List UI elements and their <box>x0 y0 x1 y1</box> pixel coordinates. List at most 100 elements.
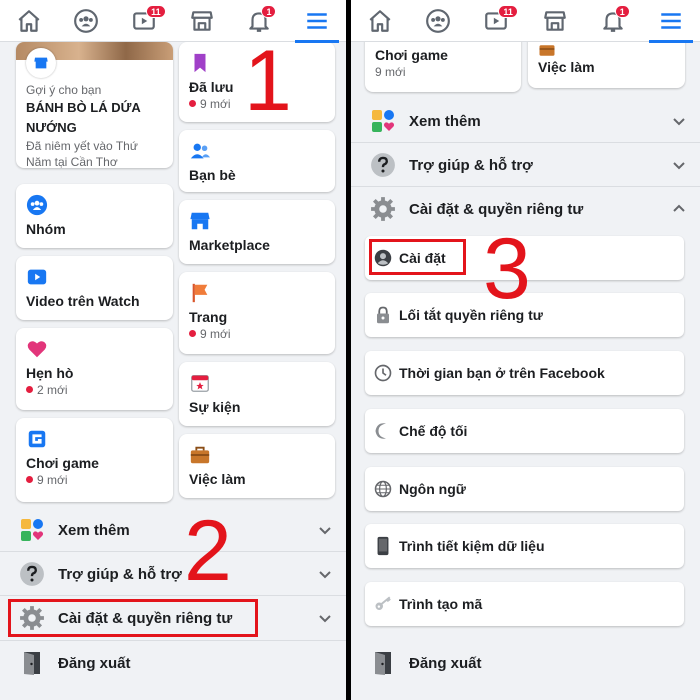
home-icon <box>18 9 40 32</box>
row-label: Trợ giúp & hỗ trợ <box>409 156 533 174</box>
watch-badge: 11 <box>146 4 166 18</box>
logout-row[interactable]: Đăng xuất <box>0 641 346 685</box>
nav-groups[interactable] <box>414 1 462 41</box>
card-gaming[interactable]: Chơi game 9 mới <box>16 418 173 502</box>
suggestion-card[interactable]: Gợi ý cho bạn BÁNH BÒ LÁ DỨA NƯỚNG Đã ni… <box>16 42 173 169</box>
shapes-icon <box>369 107 397 135</box>
marketplace-icon <box>26 48 56 78</box>
card-title: Chơi game <box>375 47 448 63</box>
chevron-down-icon <box>319 615 331 623</box>
globe-icon <box>373 479 393 499</box>
logout-row[interactable]: Đăng xuất <box>351 641 700 685</box>
card-watch[interactable]: Video trên Watch <box>16 256 173 320</box>
briefcase-icon <box>190 446 210 464</box>
card-title: Việc làm <box>189 471 246 487</box>
row-label: Cài đặt & quyền riêng tư <box>409 200 584 218</box>
chevron-down-icon <box>673 118 685 126</box>
key-icon <box>373 594 393 614</box>
nav-menu[interactable] <box>293 1 341 43</box>
briefcase-icon <box>539 45 555 56</box>
suggestion-description: Đã niêm yết vào Thứ Năm tại Cần Thơ <box>26 139 138 169</box>
home-icon <box>369 9 391 32</box>
question-icon <box>18 560 46 588</box>
language-item[interactable]: Ngôn ngữ <box>365 467 684 511</box>
data-saver-item[interactable]: Trình tiết kiệm dữ liệu <box>365 524 684 568</box>
card-title: Marketplace <box>189 237 270 253</box>
menu-icon <box>661 12 681 29</box>
marketplace-icon <box>190 10 213 31</box>
groups-icon <box>426 8 451 33</box>
help-support-row[interactable]: Trợ giúp & hỗ trợ <box>0 552 346 596</box>
question-icon <box>369 151 397 179</box>
watch-badge: 11 <box>498 4 518 18</box>
menu-icon <box>307 12 327 29</box>
bookmark-icon <box>194 53 206 73</box>
see-more-row[interactable]: Xem thêm <box>0 508 346 552</box>
card-title: Hẹn hò <box>26 365 74 381</box>
chevron-up-icon <box>673 204 685 212</box>
card-title: Sự kiện <box>189 399 241 415</box>
card-title: Nhóm <box>26 221 66 237</box>
card-title: Việc làm <box>538 59 595 75</box>
new-dot <box>189 100 196 108</box>
nav-groups[interactable] <box>62 1 110 41</box>
card-events[interactable]: Sự kiện <box>179 362 335 426</box>
nav-marketplace[interactable] <box>178 1 226 41</box>
nav-home[interactable] <box>5 1 53 41</box>
lock-icon <box>373 305 393 325</box>
card-subtitle: 9 mới <box>200 97 231 111</box>
row-label: Đăng xuất <box>58 654 131 672</box>
see-more-row[interactable]: Xem thêm <box>351 99 700 143</box>
chevron-down-icon <box>319 527 331 535</box>
annotation-box-settings <box>369 239 466 275</box>
annotation-number-1: 1 <box>244 33 292 129</box>
groups-icon <box>74 8 99 33</box>
card-pages[interactable]: Trang 9 mới <box>179 272 335 354</box>
door-icon <box>18 649 46 677</box>
annotation-number-3: 3 <box>483 221 531 317</box>
heart-icon <box>27 341 47 358</box>
nav-menu[interactable] <box>647 1 695 43</box>
flag-icon <box>192 283 208 303</box>
card-groups[interactable]: Nhóm <box>16 184 173 248</box>
dark-mode-item[interactable]: Chế độ tối <box>365 409 684 453</box>
code-generator-label: Trình tạo mã <box>399 596 483 612</box>
card-subtitle: 9 mới <box>200 327 231 341</box>
row-label: Đăng xuất <box>409 654 482 672</box>
friends-icon <box>190 143 211 159</box>
clock-icon <box>373 363 393 383</box>
help-support-row[interactable]: Trợ giúp & hỗ trợ <box>351 143 700 187</box>
card-title: Trang <box>189 309 228 325</box>
nav-notifications[interactable]: 1 <box>589 1 637 41</box>
card-title: Video trên Watch <box>26 293 140 309</box>
code-generator-item[interactable]: Trình tạo mã <box>365 582 684 626</box>
card-marketplace[interactable]: Marketplace <box>179 200 335 264</box>
card-subtitle: 9 mới <box>37 473 68 487</box>
notification-badge: 1 <box>261 4 277 18</box>
gear-icon <box>369 195 397 223</box>
new-dot <box>26 476 33 484</box>
notification-badge: 1 <box>614 4 630 18</box>
new-dot <box>189 330 196 338</box>
card-jobs[interactable]: Việc làm <box>179 434 335 498</box>
data-saver-label: Trình tiết kiệm dữ liệu <box>399 538 545 554</box>
row-label: Xem thêm <box>409 112 481 130</box>
chevron-down-icon <box>673 162 685 170</box>
card-title: Bạn bè <box>189 167 236 183</box>
suggestion-title: BÁNH BÒ LÁ DỨA NƯỚNG <box>26 100 141 135</box>
groups-icon <box>26 194 48 216</box>
nav-watch[interactable]: 11 <box>120 1 168 41</box>
card-friends[interactable]: Bạn bè <box>179 130 335 192</box>
annotation-number-2: 2 <box>184 503 232 599</box>
nav-home[interactable] <box>356 1 404 41</box>
nav-marketplace[interactable] <box>531 1 579 41</box>
dark-mode-label: Chế độ tối <box>399 423 468 439</box>
calendar-icon <box>191 375 209 392</box>
top-navigation: 11 1 <box>0 0 346 43</box>
time-on-facebook-item[interactable]: Thời gian bạn ở trên Facebook <box>365 351 684 395</box>
card-subtitle: 2 mới <box>37 383 68 397</box>
nav-notifications[interactable]: 1 <box>235 1 283 41</box>
nav-watch[interactable]: 11 <box>472 1 520 41</box>
card-dating[interactable]: Hẹn hò 2 mới <box>16 328 173 410</box>
chevron-down-icon <box>319 571 331 579</box>
